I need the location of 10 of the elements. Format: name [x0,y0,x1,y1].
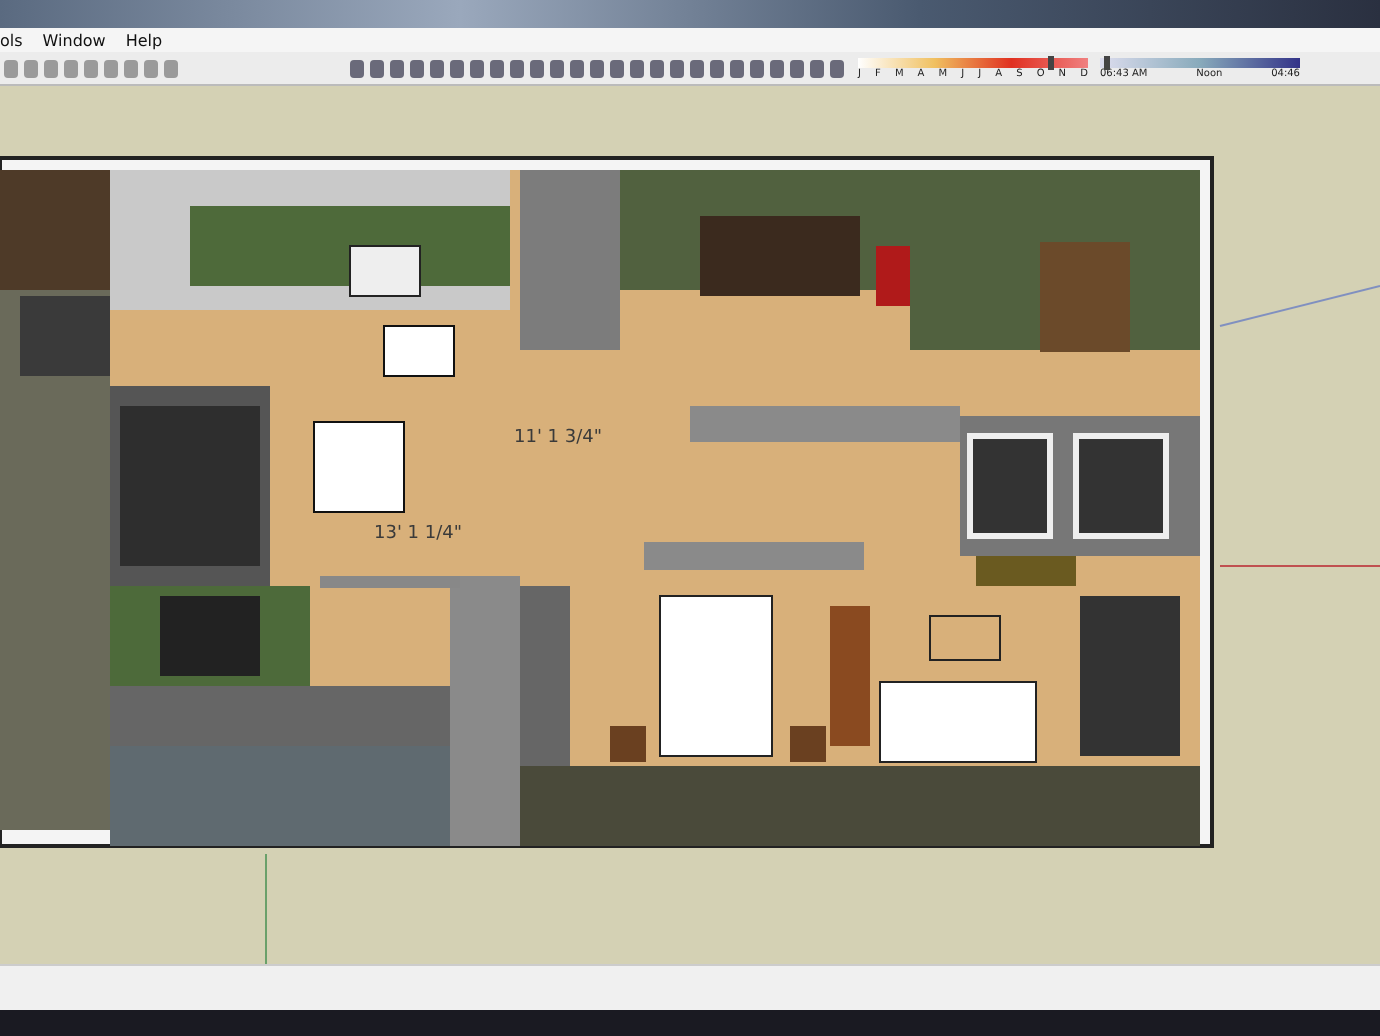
dimension-label: 11' 1 3/4" [514,428,602,448]
time-slider[interactable] [1100,57,1300,67]
dimension-label: 13' 1 1/4" [374,524,462,544]
menu-item[interactable]: ols [0,32,23,50]
menu-item[interactable]: Help [125,32,163,50]
slider-thumb[interactable] [1048,55,1055,69]
menu-item[interactable]: Window [42,32,106,50]
axis-line [265,853,267,964]
month-slider[interactable] [858,57,1088,67]
slider-thumb[interactable] [1104,55,1110,69]
